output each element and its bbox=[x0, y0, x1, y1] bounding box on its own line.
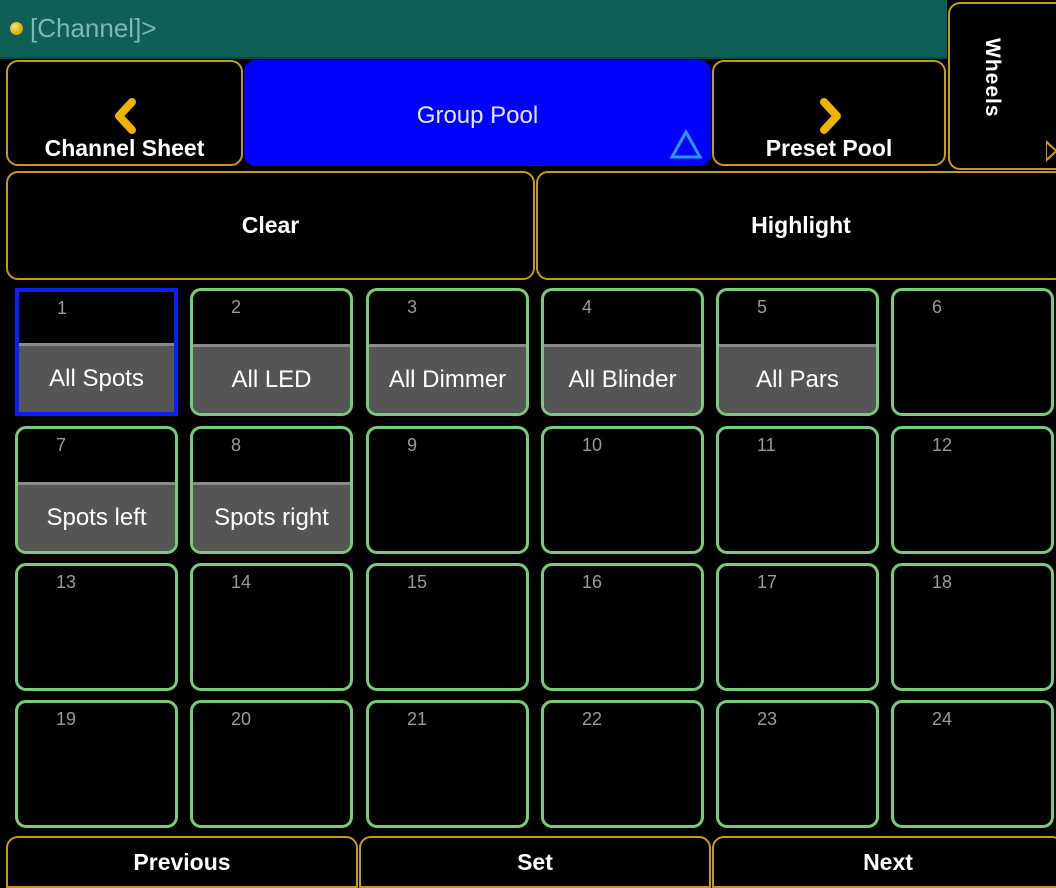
group-pool-cell[interactable]: 15 bbox=[366, 563, 529, 691]
group-number: 11 bbox=[757, 435, 776, 455]
group-name: All Pars bbox=[719, 344, 876, 413]
group-name: All Spots bbox=[19, 343, 174, 412]
previous-button[interactable]: Previous bbox=[6, 836, 358, 888]
group-number: 1 bbox=[57, 298, 68, 318]
group-pool-cell[interactable]: 19 bbox=[15, 700, 178, 828]
group-pool-cell[interactable]: 14 bbox=[190, 563, 353, 691]
wheels-tab-label: Wheels bbox=[981, 38, 1004, 118]
group-number: 15 bbox=[407, 572, 428, 592]
triangle-up-icon bbox=[669, 128, 703, 164]
group-pool-cell[interactable]: 6 bbox=[891, 288, 1054, 416]
group-pool-cell[interactable]: 23 bbox=[716, 700, 879, 828]
page-title: Group Pool bbox=[416, 102, 539, 129]
group-number: 5 bbox=[757, 297, 768, 317]
group-number: 8 bbox=[231, 435, 242, 455]
group-number: 19 bbox=[56, 709, 77, 729]
group-pool-cell[interactable]: 11 bbox=[716, 426, 879, 554]
group-number: 22 bbox=[582, 709, 603, 729]
group-number: 20 bbox=[231, 709, 252, 729]
group-pool-cell[interactable]: 10 bbox=[541, 426, 704, 554]
group-number: 21 bbox=[407, 709, 428, 729]
group-pool-cell[interactable]: 18 bbox=[891, 563, 1054, 691]
group-pool-cell[interactable]: 22 bbox=[541, 700, 704, 828]
group-name: All Blinder bbox=[544, 344, 701, 413]
nav-channel-sheet-button[interactable]: Channel Sheet bbox=[6, 60, 243, 166]
group-name: All LED bbox=[193, 344, 350, 413]
nav-preset-pool-button[interactable]: Preset Pool bbox=[712, 60, 946, 166]
group-name: All Dimmer bbox=[369, 344, 526, 413]
nav-prev-label: Channel Sheet bbox=[44, 135, 205, 161]
group-number: 14 bbox=[231, 572, 252, 592]
group-pool-cell[interactable]: 7 Spots left bbox=[15, 426, 178, 554]
group-name: Spots left bbox=[18, 482, 175, 551]
group-name: Spots right bbox=[193, 482, 350, 551]
group-pool-cell[interactable]: 8 Spots right bbox=[190, 426, 353, 554]
group-pool-cell[interactable]: 13 bbox=[15, 563, 178, 691]
group-pool-cell[interactable]: 20 bbox=[190, 700, 353, 828]
group-number: 16 bbox=[582, 572, 603, 592]
group-pool-cell[interactable]: 24 bbox=[891, 700, 1054, 828]
nav-current-group-pool[interactable]: Group Pool bbox=[244, 60, 711, 166]
group-number: 17 bbox=[757, 572, 778, 592]
group-number: 10 bbox=[582, 435, 603, 455]
highlight-button[interactable]: Highlight bbox=[536, 171, 1056, 280]
group-pool-cell[interactable]: 5 All Pars bbox=[716, 288, 879, 416]
group-pool-cell[interactable]: 16 bbox=[541, 563, 704, 691]
command-line-text: [Channel]> bbox=[30, 13, 157, 43]
group-number: 24 bbox=[932, 709, 953, 729]
next-button[interactable]: Next bbox=[712, 836, 1056, 888]
group-pool-cell[interactable]: 3 All Dimmer bbox=[366, 288, 529, 416]
group-number: 13 bbox=[56, 572, 77, 592]
wheels-tab[interactable]: Wheels bbox=[948, 2, 1056, 170]
group-number: 18 bbox=[932, 572, 953, 592]
group-number: 3 bbox=[407, 297, 418, 317]
group-number: 12 bbox=[932, 435, 953, 455]
status-dot-icon bbox=[10, 22, 23, 35]
group-number: 2 bbox=[231, 297, 242, 317]
group-pool-cell[interactable]: 17 bbox=[716, 563, 879, 691]
group-pool-cell[interactable]: 21 bbox=[366, 700, 529, 828]
set-button[interactable]: Set bbox=[359, 836, 711, 888]
expand-triangle-icon bbox=[1046, 140, 1056, 162]
group-number: 9 bbox=[407, 435, 418, 455]
group-pool-cell[interactable]: 9 bbox=[366, 426, 529, 554]
group-number: 23 bbox=[757, 709, 778, 729]
clear-button[interactable]: Clear bbox=[6, 171, 535, 280]
command-line[interactable]: [Channel]> bbox=[0, 0, 947, 59]
nav-next-label: Preset Pool bbox=[765, 135, 893, 161]
group-number: 6 bbox=[932, 297, 943, 317]
group-pool-cell[interactable]: 4 All Blinder bbox=[541, 288, 704, 416]
chevron-left-icon bbox=[112, 98, 138, 134]
group-number: 7 bbox=[56, 435, 67, 455]
group-number: 4 bbox=[582, 297, 593, 317]
group-pool-cell[interactable]: 2 All LED bbox=[190, 288, 353, 416]
chevron-right-icon bbox=[818, 98, 844, 134]
group-pool-cell[interactable]: 12 bbox=[891, 426, 1054, 554]
group-pool-cell[interactable]: 1 All Spots bbox=[15, 288, 178, 416]
